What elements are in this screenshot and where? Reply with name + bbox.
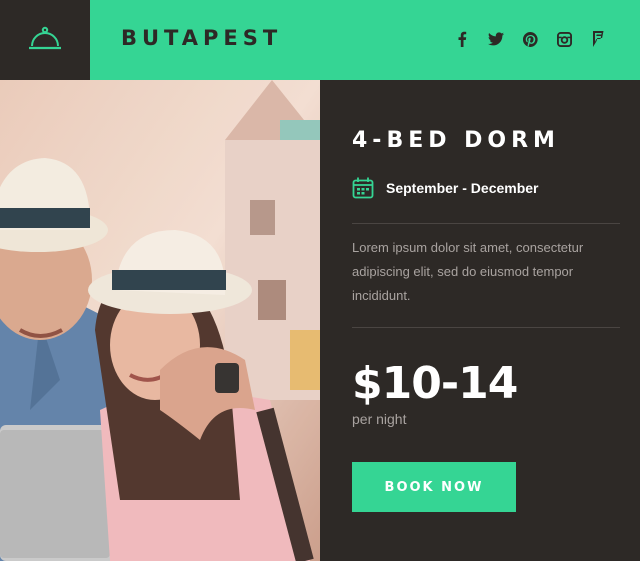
- room-title: 4-BED DORM: [352, 128, 560, 153]
- room-description: Lorem ipsum dolor sit amet, consectetur …: [352, 240, 584, 303]
- pinterest-icon[interactable]: [522, 31, 538, 47]
- date-range: September - December: [352, 177, 539, 199]
- travelers-photo-illustration: [0, 80, 320, 561]
- header-bar: BUTAPEST: [0, 0, 640, 80]
- offer-panel: 4-BED DORM September - December Lorem ip…: [320, 80, 640, 561]
- price-unit: per night: [352, 411, 407, 427]
- book-now-button[interactable]: BOOK NOW: [352, 462, 516, 512]
- facebook-icon[interactable]: [454, 31, 470, 47]
- hero-photo: [0, 80, 320, 561]
- cloche-icon: [29, 26, 61, 50]
- logo[interactable]: [0, 0, 90, 80]
- date-range-text: September - December: [386, 180, 539, 196]
- divider: [352, 327, 620, 328]
- brand-name: BUTAPEST: [121, 26, 283, 50]
- social-links: [454, 31, 606, 47]
- instagram-icon[interactable]: [556, 31, 572, 47]
- price: $10-14: [352, 358, 518, 409]
- divider: [352, 223, 620, 224]
- calendar-icon: [352, 177, 374, 199]
- twitter-icon[interactable]: [488, 31, 504, 47]
- foursquare-icon[interactable]: [590, 31, 606, 47]
